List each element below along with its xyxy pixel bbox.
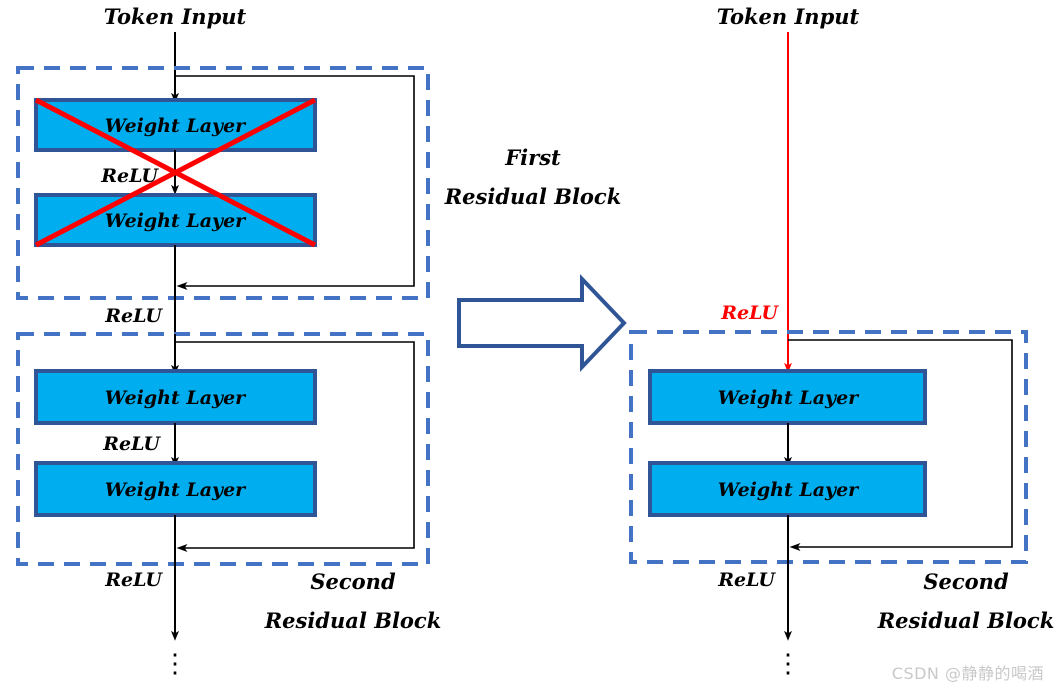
right-token-input-label: Token Input [717, 4, 860, 29]
left-first-block-weight-layer-2-label: Weight Layer [105, 210, 247, 232]
left-continuation-dots: ⋮ [162, 649, 188, 679]
right-weight-layer-2-label: Weight Layer [718, 479, 860, 501]
right-second-block-relu-output-label: ReLU [717, 569, 776, 591]
right-continuation-dots: ⋮ [775, 649, 801, 679]
right-relu-highlight-label: ReLU [720, 302, 779, 324]
right-second-block-title-line-2: Residual Block [877, 608, 1055, 633]
left-first-block-weight-layer-1-label: Weight Layer [105, 115, 247, 137]
left-first-block-relu-output-label: ReLU [104, 305, 163, 327]
right-second-residual-block-container [629, 330, 1028, 564]
center-first-block-title-line-2: Residual Block [444, 184, 622, 209]
left-second-block-title-line-2: Residual Block [264, 608, 442, 633]
transform-right-arrow-icon [457, 274, 627, 372]
right-second-block-title-line-1: Second [923, 569, 1009, 594]
csdn-watermark: CSDN @静静的喝酒 [891, 664, 1044, 683]
left-second-block-title-line-1: Second [310, 569, 396, 594]
center-first-block-title-line-1: First [504, 145, 561, 170]
left-second-residual-block-container [16, 332, 430, 566]
left-second-block-relu-output-label: ReLU [104, 569, 163, 591]
left-second-block-weight-layer-1-label: Weight Layer [105, 387, 247, 409]
left-second-block-weight-layer-2-label: Weight Layer [105, 479, 247, 501]
left-token-input-label: Token Input [104, 4, 247, 29]
right-weight-layer-1-label: Weight Layer [718, 387, 860, 409]
left-second-block-relu-inner-label: ReLU [102, 433, 161, 455]
residual-block-diagram: Token Input Weight Layer ReLU Weight Lay… [16, 4, 1055, 679]
